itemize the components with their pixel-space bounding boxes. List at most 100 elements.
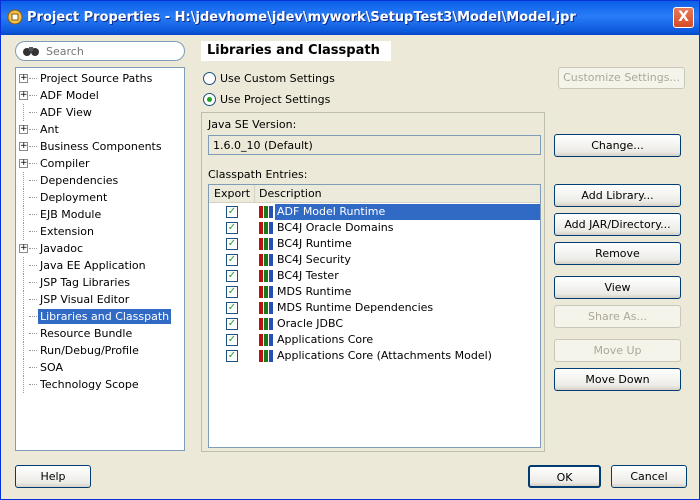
customize-settings-button[interactable]: Customize Settings...: [558, 67, 685, 89]
classpath-row[interactable]: ✓ MDS Runtime Dependencies: [209, 300, 540, 316]
expand-icon[interactable]: +: [19, 74, 28, 83]
tree-item[interactable]: + Compiler: [16, 155, 184, 172]
tree-item[interactable]: SOA: [16, 359, 184, 376]
classpath-row[interactable]: ✓ BC4J Tester: [209, 268, 540, 284]
move-down-button[interactable]: Move Down: [554, 368, 681, 391]
tree-item[interactable]: ADF View: [16, 104, 184, 121]
tree-item[interactable]: + Javadoc: [16, 240, 184, 257]
table-header: Export Description: [209, 185, 540, 203]
tree-item[interactable]: EJB Module: [16, 206, 184, 223]
library-books-icon: [259, 334, 273, 346]
view-button[interactable]: View: [554, 276, 681, 299]
page-title: Libraries and Classpath: [201, 41, 391, 61]
tree-item[interactable]: + Ant: [16, 121, 184, 138]
tree-item[interactable]: Run/Debug/Profile: [16, 342, 184, 359]
description-column-header[interactable]: Description: [256, 185, 325, 203]
tree-connector: [29, 367, 37, 368]
classpath-entry-name: BC4J Tester: [277, 269, 339, 282]
tree-item[interactable]: Java EE Application: [16, 257, 184, 274]
tree-item[interactable]: + Business Components: [16, 138, 184, 155]
classpath-row[interactable]: ✓ MDS Runtime: [209, 284, 540, 300]
tree-item[interactable]: + ADF Model: [16, 87, 184, 104]
tree-connector: [29, 248, 37, 249]
tree-item[interactable]: Extension: [16, 223, 184, 240]
share-as-button[interactable]: Share As...: [554, 305, 681, 328]
use-custom-settings-option[interactable]: Use Custom Settings: [203, 70, 335, 86]
export-checkbox[interactable]: ✓: [226, 206, 238, 218]
radio-button[interactable]: [203, 71, 216, 85]
tree-connector: [29, 78, 37, 79]
export-column-header[interactable]: Export: [209, 185, 255, 203]
binoculars-icon: [22, 44, 40, 61]
expand-icon[interactable]: +: [19, 142, 28, 151]
add-library-button[interactable]: Add Library...: [554, 184, 681, 207]
java-se-version-label: Java SE Version:: [208, 118, 297, 131]
add-jar-directory-button[interactable]: Add JAR/Directory...: [554, 213, 681, 236]
export-checkbox[interactable]: ✓: [226, 350, 238, 362]
help-button[interactable]: Help: [15, 465, 91, 488]
search-box[interactable]: [15, 41, 185, 61]
classpath-row[interactable]: ✓ BC4J Security: [209, 252, 540, 268]
export-checkbox[interactable]: ✓: [226, 302, 238, 314]
tree-connector: [29, 350, 37, 351]
tree-connector: [29, 384, 37, 385]
classpath-row[interactable]: ✓ Applications Core (Attachments Model): [209, 348, 540, 364]
category-tree[interactable]: + Project Source Paths + ADF Model ADF View +…: [15, 67, 185, 451]
remove-button[interactable]: Remove: [554, 242, 681, 265]
classpath-entry-name: ADF Model Runtime: [277, 205, 386, 218]
use-project-settings-option[interactable]: Use Project Settings: [203, 91, 330, 107]
export-checkbox[interactable]: ✓: [226, 334, 238, 346]
classpath-entry-name: BC4J Security: [277, 253, 351, 266]
export-checkbox[interactable]: ✓: [226, 254, 238, 266]
tree-item[interactable]: Deployment: [16, 189, 184, 206]
export-checkbox[interactable]: ✓: [226, 286, 238, 298]
app-icon: [7, 9, 23, 25]
ok-button[interactable]: OK: [528, 465, 601, 488]
tree-item-label: Technology Scope: [40, 378, 139, 391]
tree-item[interactable]: Resource Bundle: [16, 325, 184, 342]
tree-item[interactable]: JSP Visual Editor: [16, 291, 184, 308]
title-bar[interactable]: Project Properties - H:\jdevhome\jdev\my…: [1, 1, 699, 35]
change-button[interactable]: Change...: [554, 134, 681, 157]
tree-item-label: Ant: [40, 123, 59, 136]
expand-icon[interactable]: +: [19, 244, 28, 253]
tree-item-label: ADF View: [40, 106, 92, 119]
tree-item[interactable]: Libraries and Classpath: [16, 308, 184, 325]
radio-button-selected[interactable]: [203, 92, 216, 106]
move-up-button[interactable]: Move Up: [554, 339, 681, 362]
tree-connector: [29, 129, 37, 130]
expand-icon[interactable]: +: [19, 91, 28, 100]
tree-item[interactable]: Technology Scope: [16, 376, 184, 393]
classpath-row[interactable]: ✓ Applications Core: [209, 332, 540, 348]
search-input[interactable]: [46, 44, 176, 58]
library-books-icon: [259, 270, 273, 282]
classpath-row[interactable]: ✓ ADF Model Runtime: [209, 204, 540, 220]
tree-connector: [29, 112, 37, 113]
close-button[interactable]: X: [673, 7, 694, 28]
export-checkbox[interactable]: ✓: [226, 318, 238, 330]
tree-connector: [29, 333, 37, 334]
classpath-row[interactable]: ✓ BC4J Runtime: [209, 236, 540, 252]
tree-item-label: Run/Debug/Profile: [40, 344, 139, 357]
window-title: Project Properties - H:\jdevhome\jdev\my…: [27, 10, 576, 25]
expand-icon[interactable]: +: [19, 125, 28, 134]
tree-connector: [29, 95, 37, 96]
tree-item-label: Compiler: [40, 157, 90, 170]
export-checkbox[interactable]: ✓: [226, 238, 238, 250]
tree-item[interactable]: + Project Source Paths: [16, 70, 184, 87]
classpath-row[interactable]: ✓ Oracle JDBC: [209, 316, 540, 332]
expand-icon[interactable]: +: [19, 159, 28, 168]
classpath-row[interactable]: ✓ BC4J Oracle Domains: [209, 220, 540, 236]
tree-item[interactable]: JSP Tag Libraries: [16, 274, 184, 291]
export-checkbox[interactable]: ✓: [226, 270, 238, 282]
cancel-button[interactable]: Cancel: [611, 465, 687, 488]
use-custom-settings-label: Use Custom Settings: [220, 71, 335, 85]
tree-connector: [29, 265, 37, 266]
tree-item-label: JSP Tag Libraries: [40, 276, 130, 289]
tree-item[interactable]: Dependencies: [16, 172, 184, 189]
classpath-table[interactable]: Export Description ✓ ADF Model Runtime ✓ BC…: [208, 184, 541, 448]
tree-connector: [29, 299, 37, 300]
tree-connector: [29, 214, 37, 215]
library-books-icon: [259, 238, 273, 250]
export-checkbox[interactable]: ✓: [226, 222, 238, 234]
